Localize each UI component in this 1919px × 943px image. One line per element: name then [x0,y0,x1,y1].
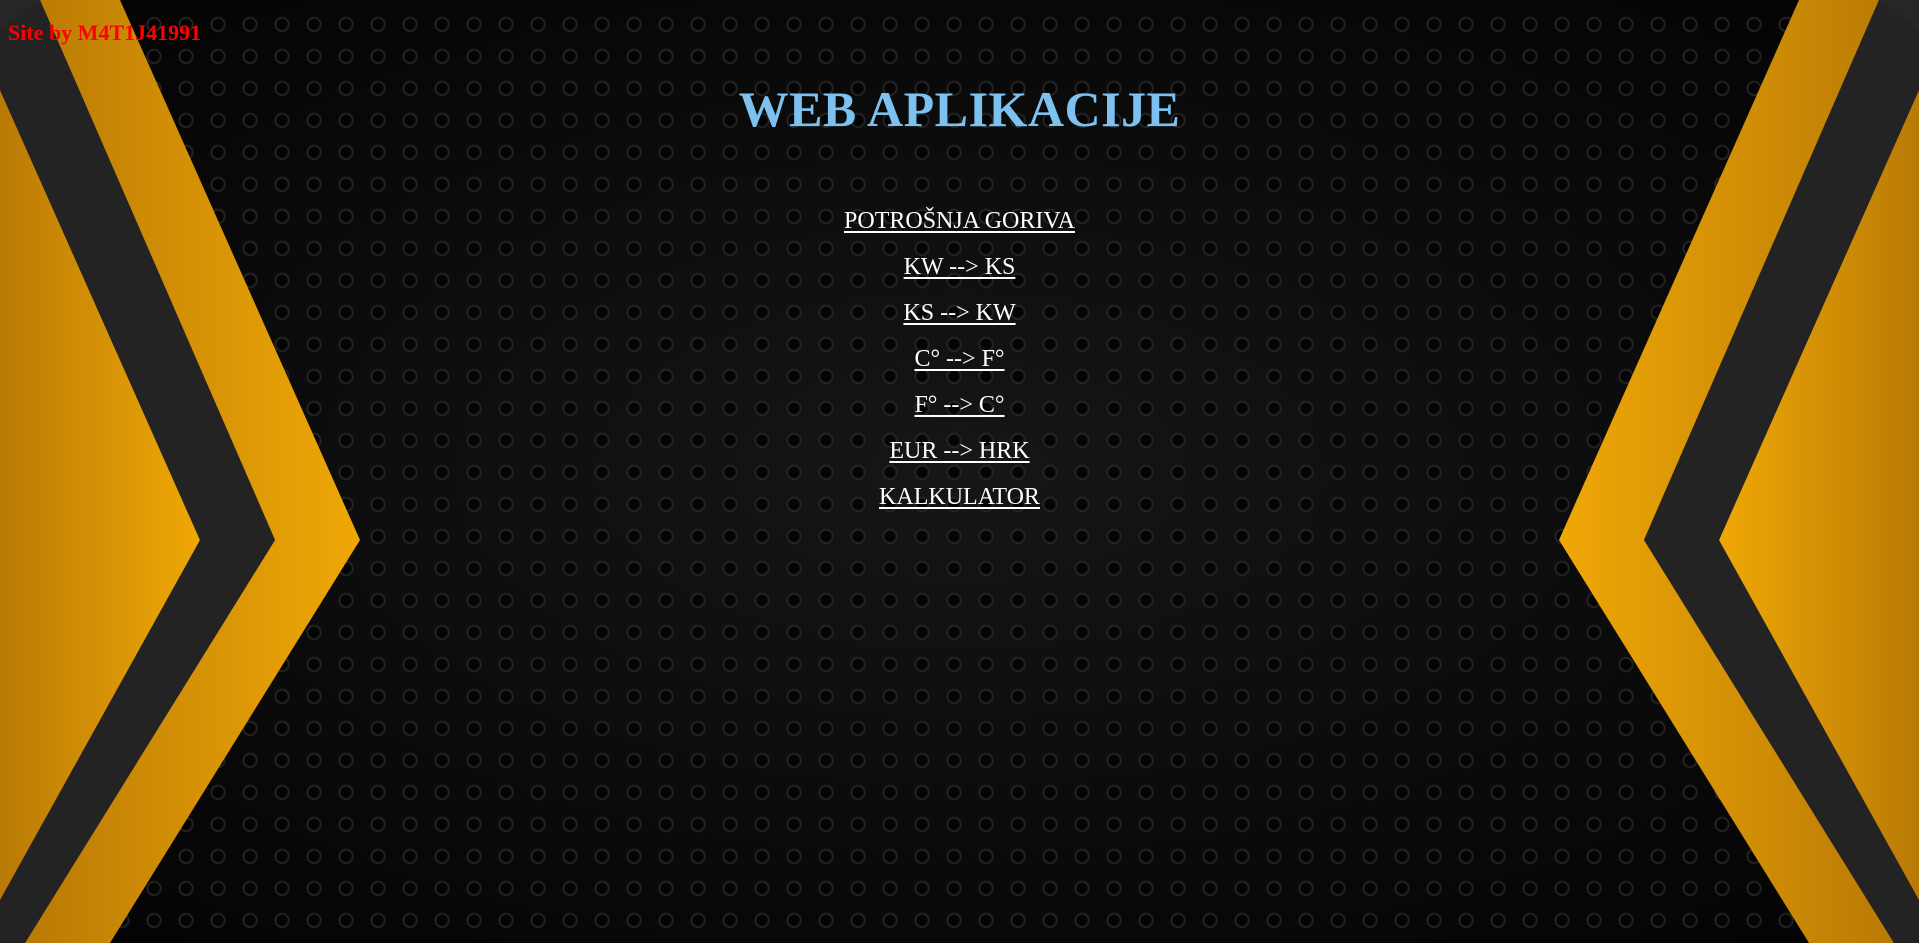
link-ks-to-kw[interactable]: KS --> KW [903,300,1015,326]
list-item: EUR --> HRK [0,436,1919,482]
page-background: Site by M4T1J41991 WEB APLIKACIJE POTROŠ… [0,0,1919,943]
page-title: WEB APLIKACIJE [738,81,1181,137]
list-item: KW --> KS [0,252,1919,298]
link-fahrenheit-to-celsius[interactable]: F° --> C° [914,392,1004,418]
link-eur-to-hrk[interactable]: EUR --> HRK [889,438,1029,464]
list-item: KS --> KW [0,298,1919,344]
link-kw-to-ks[interactable]: KW --> KS [904,254,1016,280]
list-item: F° --> C° [0,390,1919,436]
link-calculator[interactable]: KALKULATOR [879,484,1040,510]
link-celsius-to-fahrenheit[interactable]: C° --> F° [914,346,1004,372]
list-item: POTROŠNJA GORIVA [0,206,1919,252]
app-links-list: POTROŠNJA GORIVA KW --> KS KS --> KW C° … [0,206,1919,528]
list-item: C° --> F° [0,344,1919,390]
list-item: KALKULATOR [0,482,1919,528]
link-fuel-consumption[interactable]: POTROŠNJA GORIVA [844,208,1075,234]
site-credit: Site by M4T1J41991 [8,20,202,45]
